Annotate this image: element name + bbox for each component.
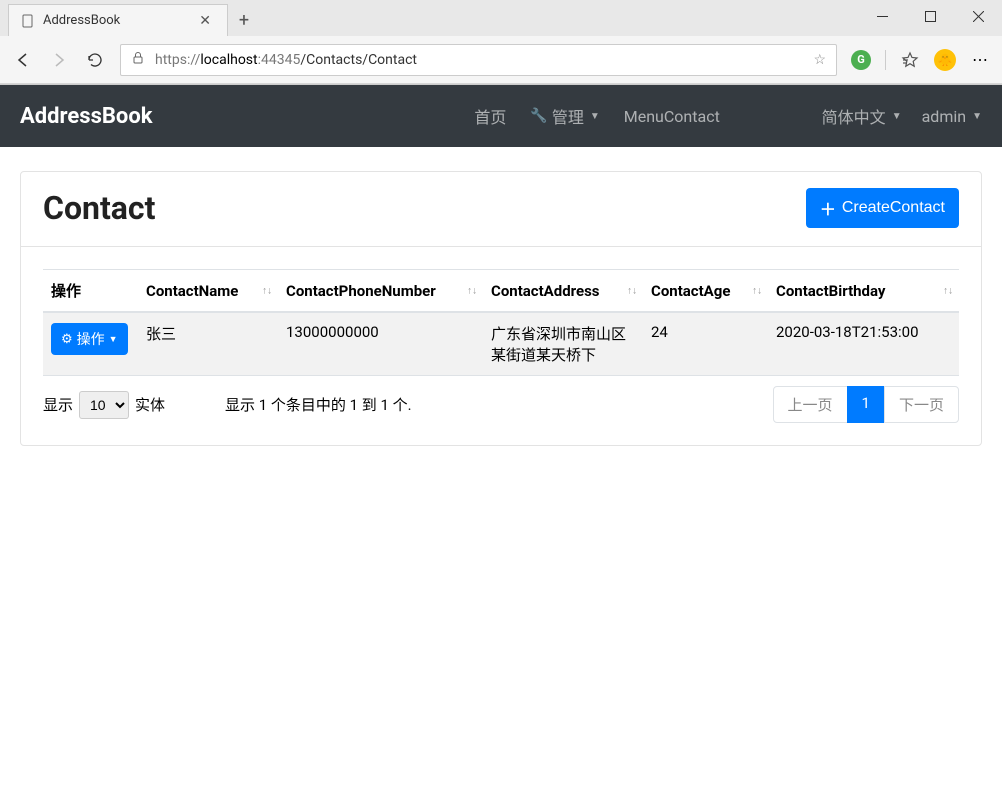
nav-home[interactable]: 首页 xyxy=(474,104,506,128)
tab-title: AddressBook xyxy=(43,13,120,28)
length-suffix: 实体 xyxy=(135,394,165,415)
profile-avatar-icon[interactable]: 🐥 xyxy=(934,49,956,71)
sort-icon: ↑↓ xyxy=(752,287,762,294)
create-button-label: CreateContact xyxy=(842,199,945,217)
lock-icon xyxy=(131,51,145,69)
more-menu-icon[interactable]: ⋯ xyxy=(970,50,990,70)
th-age[interactable]: ContactAge↑↓ xyxy=(643,270,768,313)
plus-icon: ＋ xyxy=(820,196,836,220)
page-prev[interactable]: 上一页 xyxy=(773,386,848,423)
pagination: 上一页 1 下一页 xyxy=(774,386,959,423)
length-prefix: 显示 xyxy=(43,394,73,415)
th-name[interactable]: ContactName↑↓ xyxy=(138,270,278,313)
cell-age: 24 xyxy=(643,312,768,376)
th-birthday[interactable]: ContactBirthday↑↓ xyxy=(768,270,959,313)
sort-icon: ↑↓ xyxy=(943,287,953,294)
gear-icon: ⚙ xyxy=(61,331,73,347)
wrench-icon: 🔧 xyxy=(530,108,547,124)
app-navbar: AddressBook 首页 🔧 管理 ▼ MenuContact 简体中文 ▼… xyxy=(0,85,1002,147)
favorites-icon[interactable] xyxy=(900,50,920,70)
window-minimize[interactable] xyxy=(868,2,896,30)
favorite-icon[interactable]: ☆ xyxy=(813,52,826,68)
page-next[interactable]: 下一页 xyxy=(884,386,959,423)
sort-icon: ↑↓ xyxy=(627,287,637,294)
caret-down-icon: ▼ xyxy=(892,111,902,122)
extension-grammarly-icon[interactable]: G xyxy=(851,50,871,70)
sort-icon: ↑↓ xyxy=(467,287,477,294)
contacts-table: 操作 ContactName↑↓ ContactPhoneNumber↑↓ Co… xyxy=(43,269,959,376)
separator xyxy=(885,50,886,70)
address-bar[interactable]: https://localhost:44345/Contacts/Contact… xyxy=(120,44,837,76)
cell-birthday: 2020-03-18T21:53:00 xyxy=(768,312,959,376)
sort-icon: ↑↓ xyxy=(262,287,272,294)
row-action-label: 操作 xyxy=(77,329,105,349)
cell-name: 张三 xyxy=(138,312,278,376)
back-button[interactable] xyxy=(12,49,34,71)
page-number[interactable]: 1 xyxy=(847,386,885,423)
th-phone[interactable]: ContactPhoneNumber↑↓ xyxy=(278,270,483,313)
navbar-brand[interactable]: AddressBook xyxy=(20,104,153,129)
table-footer: 显示 10 实体 显示 1 个条目中的 1 到 1 个. 上一页 1 下一页 xyxy=(43,386,959,423)
caret-down-icon: ▼ xyxy=(972,111,982,122)
cell-address: 广东省深圳市南山区某街道某天桥下 xyxy=(483,312,643,376)
browser-tab[interactable]: AddressBook ✕ xyxy=(8,4,228,36)
nav-menu-contact[interactable]: MenuContact xyxy=(624,107,720,126)
caret-down-icon: ▼ xyxy=(590,111,600,122)
page-title: Contact xyxy=(43,189,155,227)
table-row: ⚙ 操作 ▼ 张三 13000000000 广东省深圳市南山区某街道某天桥下 2… xyxy=(43,312,959,376)
nav-user[interactable]: admin ▼ xyxy=(922,107,982,126)
nav-manage[interactable]: 🔧 管理 ▼ xyxy=(530,104,599,128)
browser-chrome: AddressBook ✕ + https://localhost:44345/… xyxy=(0,0,1002,85)
window-maximize[interactable] xyxy=(916,2,944,30)
th-address[interactable]: ContactAddress↑↓ xyxy=(483,270,643,313)
new-tab-button[interactable]: + xyxy=(228,4,260,36)
row-action-button[interactable]: ⚙ 操作 ▼ xyxy=(51,323,128,355)
forward-button xyxy=(48,49,70,71)
caret-down-icon: ▼ xyxy=(109,334,118,344)
cell-phone: 13000000000 xyxy=(278,312,483,376)
refresh-button[interactable] xyxy=(84,49,106,71)
table-info: 显示 1 个条目中的 1 到 1 个. xyxy=(225,394,412,415)
nav-user-label: admin xyxy=(922,107,966,126)
url-text: https://localhost:44345/Contacts/Contact xyxy=(155,52,813,68)
card-header: Contact ＋ CreateContact xyxy=(21,172,981,247)
nav-language-label: 简体中文 xyxy=(822,104,886,128)
content-card: Contact ＋ CreateContact 操作 ContactName↑↓… xyxy=(20,171,982,446)
tab-close-icon[interactable]: ✕ xyxy=(195,13,215,29)
page-size-select[interactable]: 10 xyxy=(79,391,129,419)
create-contact-button[interactable]: ＋ CreateContact xyxy=(806,188,959,228)
document-icon xyxy=(21,14,35,28)
window-close[interactable] xyxy=(964,2,992,30)
nav-language[interactable]: 简体中文 ▼ xyxy=(822,104,902,128)
th-actions: 操作 xyxy=(43,270,138,313)
nav-manage-label: 管理 xyxy=(552,104,584,128)
